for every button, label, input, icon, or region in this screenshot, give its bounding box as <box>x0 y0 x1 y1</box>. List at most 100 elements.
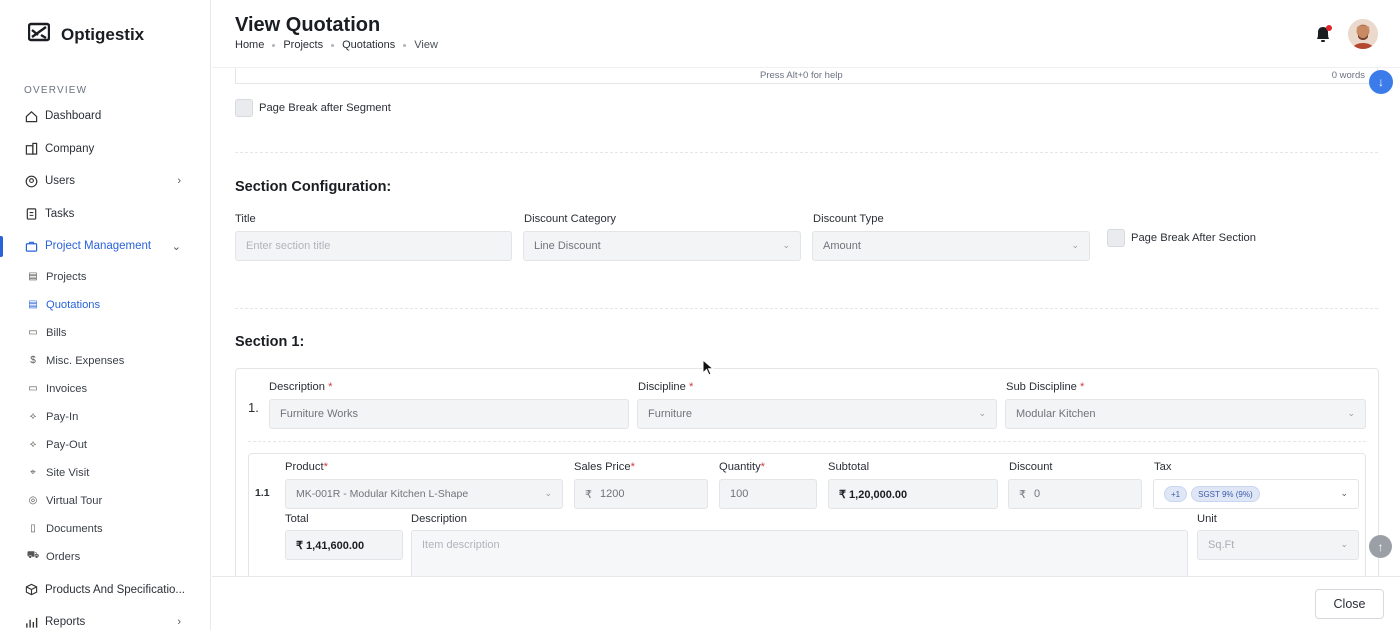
tax-chip[interactable]: SGST 9% (9%) <box>1191 486 1260 502</box>
avatar[interactable] <box>1348 19 1378 49</box>
sidebar-item-label: Pay-In <box>46 410 79 423</box>
sub-discipline-value: Modular Kitchen <box>1016 408 1096 420</box>
sidebar-item-products[interactable]: Products And Specificatio... <box>0 574 211 607</box>
quantity-label: Quantity* <box>719 461 766 473</box>
chevron-down-icon: ⌄ <box>1347 408 1355 418</box>
bar-chart-icon <box>24 615 38 629</box>
sidebar-item-label: Bills <box>46 326 67 339</box>
unit-select[interactable]: Sq.Ft ⌄ <box>1197 530 1359 560</box>
discipline-value: Furniture <box>648 408 693 420</box>
discount-type-select[interactable]: Amount ⌄ <box>812 231 1090 261</box>
divider <box>248 441 1366 442</box>
item-description-textarea[interactable]: Item description <box>411 530 1188 578</box>
sidebar: Optigestix OVERVIEW Dashboard Company Us… <box>0 0 211 630</box>
location-icon: ⌖ <box>30 467 36 478</box>
tax-more-chip[interactable]: +1 <box>1164 486 1188 502</box>
rupee-icon: ₹ <box>1019 488 1026 501</box>
sidebar-subitem-site-visit[interactable]: ⌖ Site Visit <box>0 459 211 487</box>
breadcrumb-separator <box>272 43 276 47</box>
sidebar-item-label: Quotations <box>46 298 101 311</box>
discipline-select[interactable]: Furniture ⌄ <box>637 399 997 429</box>
discount-input[interactable]: ₹ 0 <box>1008 479 1142 509</box>
page-break-segment-label: Page Break after Segment <box>259 102 391 114</box>
scroll-down-button[interactable]: ↓ <box>1369 70 1393 94</box>
sidebar-item-label: Tasks <box>45 207 75 220</box>
sidebar-item-label: Reports <box>45 616 86 629</box>
document-icon: ▯ <box>30 523 36 534</box>
discount-type-value: Amount <box>823 240 861 252</box>
sidebar-item-label: Virtual Tour <box>46 494 103 507</box>
subtotal-label: Subtotal <box>828 461 870 473</box>
description-label: Description * <box>269 381 333 393</box>
brand[interactable]: Optigestix <box>27 22 144 47</box>
divider <box>235 308 1378 309</box>
sidebar-subitem-projects[interactable]: ▤ Projects <box>0 263 211 291</box>
sales-price-value: 1200 <box>600 488 625 500</box>
discount-value: 0 <box>1034 488 1041 500</box>
section-1-heading: Section 1: <box>235 334 305 350</box>
cart-icon: ⛟ <box>26 550 40 561</box>
page-break-segment-checkbox[interactable] <box>235 99 253 117</box>
sidebar-item-tasks[interactable]: Tasks <box>0 198 211 231</box>
chevron-right-icon: › <box>177 175 181 188</box>
discount-category-label: Discount Category <box>524 213 617 225</box>
dollar-icon: $ <box>30 355 36 366</box>
pay-in-icon: ⟡ <box>29 411 37 422</box>
close-button[interactable]: Close <box>1315 589 1384 619</box>
sidebar-item-label: Dashboard <box>45 110 102 123</box>
product-label: Product* <box>285 461 328 473</box>
item-number: 1.1 <box>255 487 270 499</box>
discipline-label: Discipline * <box>638 381 694 393</box>
sidebar-item-label: Misc. Expenses <box>46 354 125 367</box>
sidebar-subitem-documents[interactable]: ▯ Documents <box>0 515 211 543</box>
file-text-icon: ▤ <box>28 299 38 310</box>
sidebar-subitem-quotations[interactable]: ▤ Quotations <box>0 291 211 319</box>
scroll-up-button[interactable]: ↑ <box>1369 535 1392 558</box>
sidebar-subitem-virtual-tour[interactable]: ◎ Virtual Tour <box>0 487 211 515</box>
sidebar-subitem-bills[interactable]: ▭ Bills <box>0 319 211 347</box>
quantity-input[interactable]: 100 <box>719 479 817 509</box>
sales-price-input[interactable]: ₹ 1200 <box>574 479 708 509</box>
section-label-overview: OVERVIEW <box>24 85 88 96</box>
sidebar-item-project-management[interactable]: Project Management ⌄ <box>0 230 211 263</box>
sidebar-subitem-pay-out[interactable]: ⟡ Pay-Out <box>0 431 211 459</box>
sidebar-item-label: Project Management <box>45 240 152 253</box>
chevron-down-icon: ⌄ <box>171 240 181 253</box>
sidebar-item-company[interactable]: Company <box>0 133 211 166</box>
file-icon: ▤ <box>28 271 38 282</box>
arrow-up-icon: ↑ <box>1377 539 1384 554</box>
breadcrumb-separator <box>403 43 407 47</box>
chevron-down-icon: ⌄ <box>544 488 552 498</box>
breadcrumb-home[interactable]: Home <box>235 39 264 51</box>
user-circle-icon <box>24 174 38 188</box>
subtotal-value: ₹ 1,20,000.00 <box>828 479 998 509</box>
sidebar-subitem-pay-in[interactable]: ⟡ Pay-In <box>0 403 211 431</box>
discount-category-select[interactable]: Line Discount ⌄ <box>523 231 801 261</box>
invoice-icon: ▭ <box>28 383 38 394</box>
section-title-input[interactable]: Enter section title <box>235 231 512 261</box>
breadcrumb-quotations[interactable]: Quotations <box>342 39 395 51</box>
breadcrumb-projects[interactable]: Projects <box>283 39 323 51</box>
notification-bell-icon[interactable] <box>1312 24 1334 44</box>
chevron-down-icon: ⌄ <box>1340 539 1348 549</box>
total-value: ₹ 1,41,600.00 <box>285 530 403 560</box>
sidebar-subitem-misc-expenses[interactable]: $ Misc. Expenses <box>0 347 211 375</box>
sidebar-subitem-invoices[interactable]: ▭ Invoices <box>0 375 211 403</box>
sidebar-item-label: Company <box>45 142 95 155</box>
sidebar-item-dashboard[interactable]: Dashboard <box>0 100 211 133</box>
breadcrumb-current: View <box>414 39 438 51</box>
briefcase-icon <box>24 239 38 253</box>
product-select[interactable]: MK-001R - Modular Kitchen L-Shape ⌄ <box>285 479 563 509</box>
chevron-down-icon: ⌄ <box>1071 240 1079 250</box>
sidebar-item-users[interactable]: Users › <box>0 165 211 198</box>
total-label: Total <box>285 513 309 525</box>
tax-multiselect[interactable]: +1 SGST 9% (9%) ⌄ <box>1153 479 1359 509</box>
page-break-section-checkbox[interactable] <box>1107 229 1125 247</box>
chevron-right-icon: › <box>177 616 181 629</box>
sidebar-item-reports[interactable]: Reports › <box>0 606 211 639</box>
section-description-input[interactable]: Furniture Works <box>269 399 629 429</box>
sidebar-subitem-orders[interactable]: ⛟ Orders <box>0 543 211 571</box>
globe-icon: ◎ <box>28 495 38 506</box>
divider <box>235 152 1378 153</box>
sub-discipline-select[interactable]: Modular Kitchen ⌄ <box>1005 399 1366 429</box>
